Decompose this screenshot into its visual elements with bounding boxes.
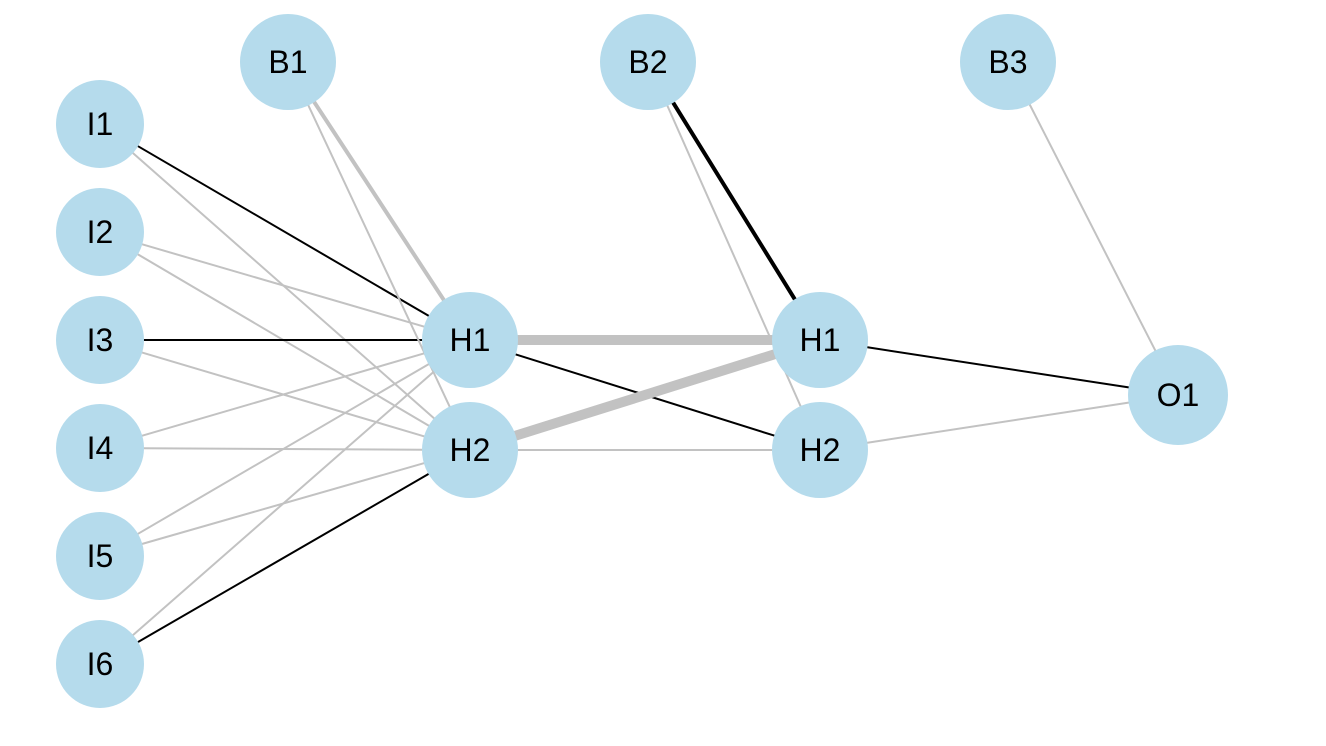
edge-B1-H1a: [314, 102, 443, 300]
nodes-group: I1 I2 I3 I4 I5 I6 B1 H1 H2 B2 H1 H2 B3 O1: [56, 14, 1228, 708]
node-label-H1a: H1: [450, 322, 491, 358]
node-I1: I1: [56, 80, 144, 168]
node-H2a: H2: [422, 402, 518, 498]
node-label-B3: B3: [988, 44, 1027, 80]
edge-B2-H1b: [673, 103, 794, 299]
node-label-H2b: H2: [800, 432, 841, 468]
node-I6: I6: [56, 620, 144, 708]
node-I4: I4: [56, 404, 144, 492]
node-label-H1b: H1: [800, 322, 841, 358]
node-H2b: H2: [772, 402, 868, 498]
node-label-I2: I2: [87, 214, 114, 250]
node-B2: B2: [600, 14, 696, 110]
node-label-B1: B1: [268, 44, 307, 80]
node-label-I6: I6: [87, 646, 114, 682]
node-I3: I3: [56, 296, 144, 384]
node-label-H2a: H2: [450, 432, 491, 468]
node-label-I1: I1: [87, 106, 114, 142]
node-label-B2: B2: [628, 44, 667, 80]
node-I2: I2: [56, 188, 144, 276]
edge-H1b-O1: [867, 347, 1128, 387]
edge-I6-H1a: [133, 372, 434, 635]
edge-I6-H2a: [138, 474, 428, 642]
edge-B3-O1: [1030, 105, 1155, 351]
node-I5: I5: [56, 512, 144, 600]
node-H1a: H1: [422, 292, 518, 388]
node-B3: B3: [960, 14, 1056, 110]
edge-H2b-O1: [867, 403, 1128, 443]
node-label-O1: O1: [1157, 377, 1200, 413]
neural-network-diagram: I1 I2 I3 I4 I5 I6 B1 H1 H2 B2 H1 H2 B3 O1: [0, 0, 1326, 746]
node-label-I5: I5: [87, 538, 114, 574]
node-label-I3: I3: [87, 322, 114, 358]
node-label-I4: I4: [87, 430, 114, 466]
node-H1b: H1: [772, 292, 868, 388]
edge-I1-H1a: [138, 146, 429, 316]
node-B1: B1: [240, 14, 336, 110]
edges-group: [133, 102, 1155, 642]
edge-I2-H1a: [142, 244, 424, 326]
node-O1: O1: [1128, 345, 1228, 445]
